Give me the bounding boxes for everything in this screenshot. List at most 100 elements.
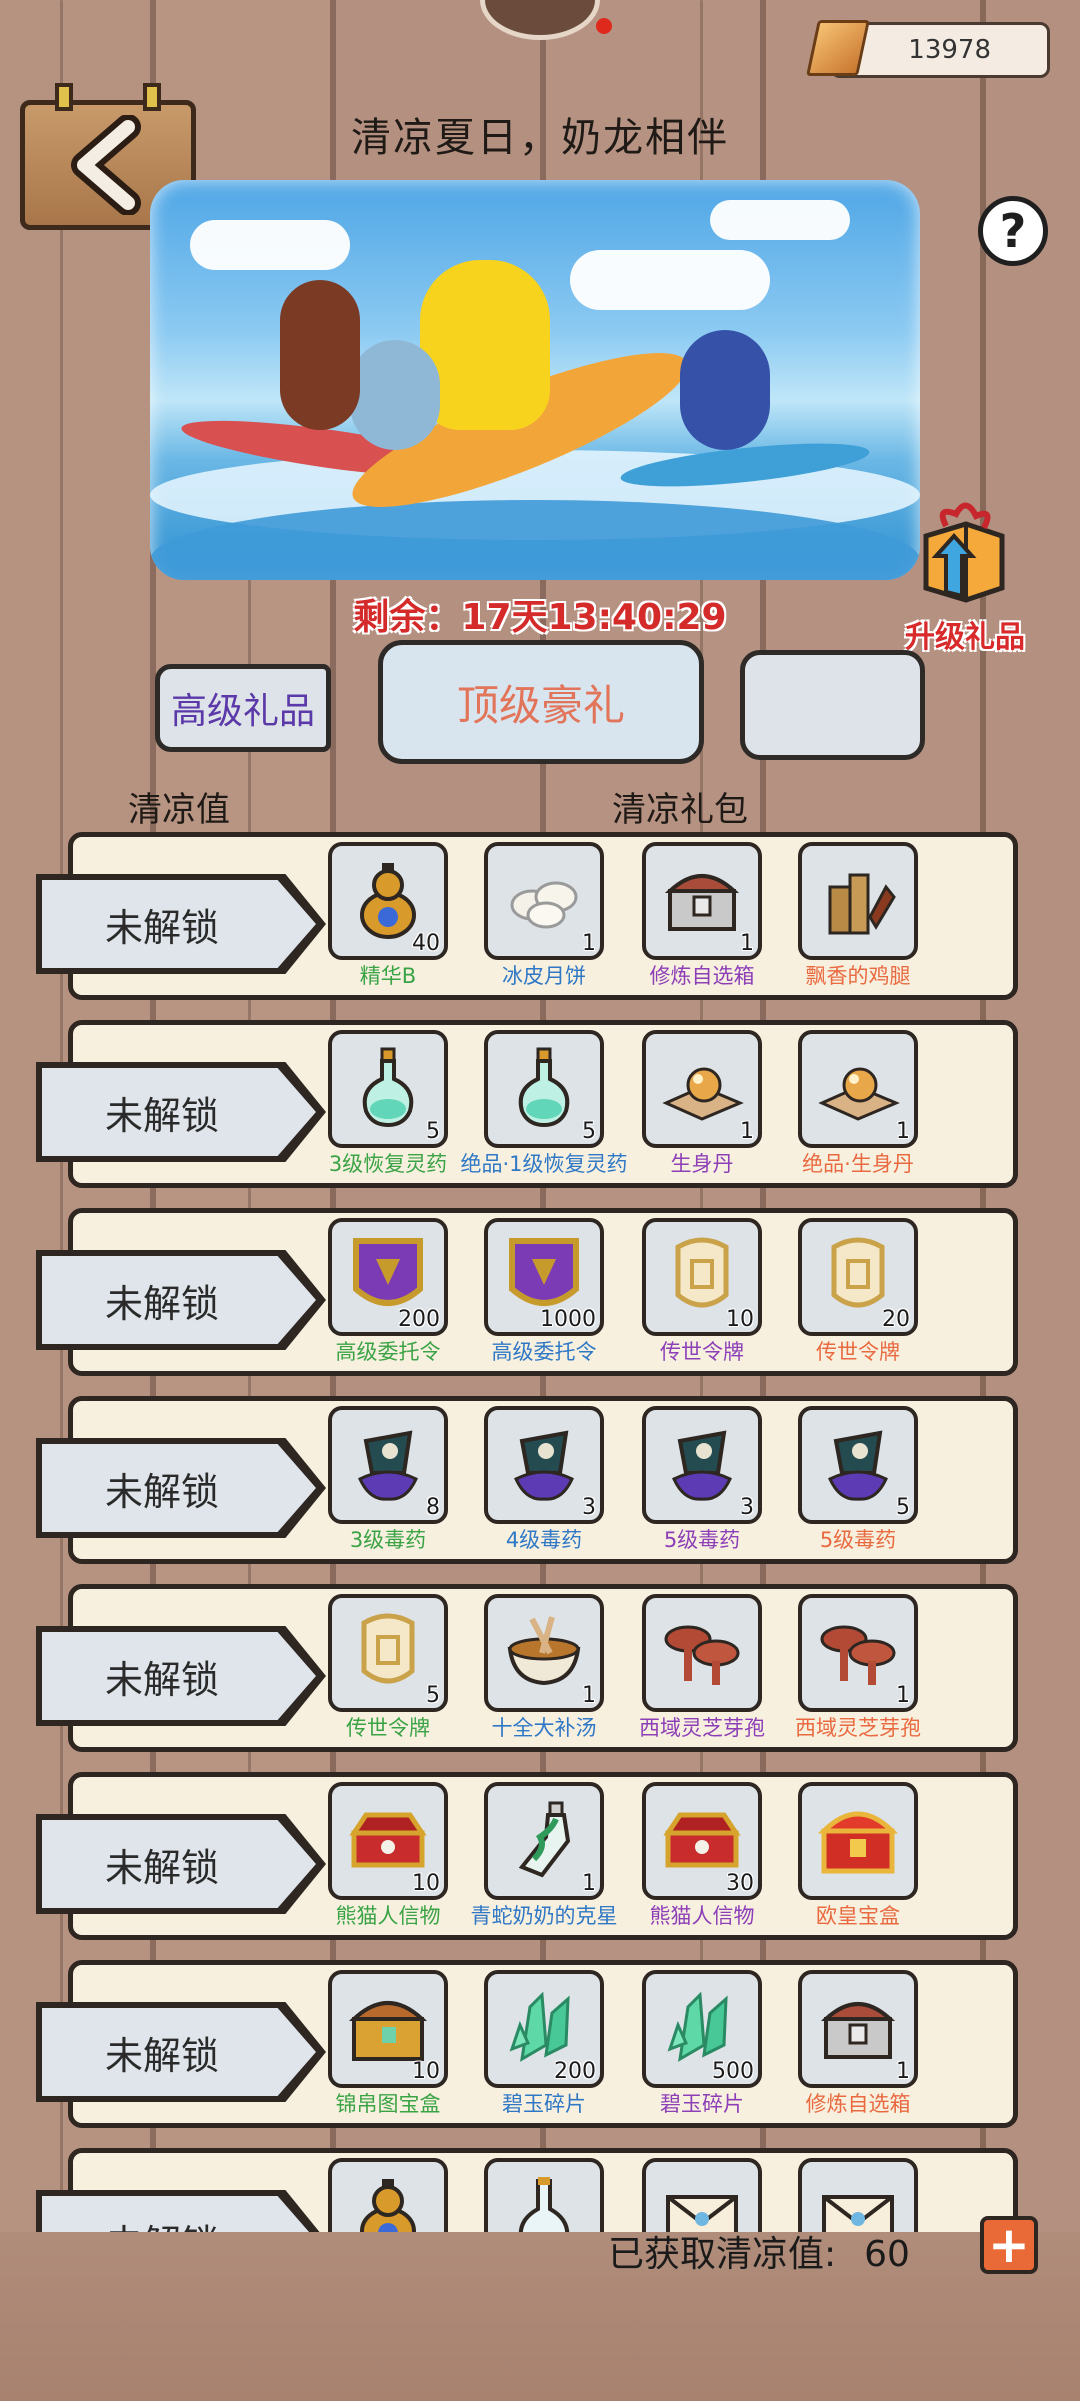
potion-icon xyxy=(346,1045,430,1133)
reward-item[interactable]: 30 熊猫人信物 xyxy=(622,1782,782,1932)
reward-item[interactable]: 3 5级毒药 xyxy=(622,1406,782,1556)
reward-item-count: 5 xyxy=(426,1119,440,1144)
reward-item[interactable]: 1 修炼自选箱 xyxy=(778,1970,938,2120)
reward-item[interactable]: 200 高级委托令 xyxy=(308,1218,468,1368)
reward-item-slot: 5 xyxy=(798,1406,918,1524)
reward-item[interactable]: 5 绝品·1级恢复灵药 xyxy=(460,1030,628,1180)
reward-item-slot: 40 xyxy=(328,842,448,960)
upgrade-gift-label[interactable]: 升级礼品 xyxy=(900,612,1030,656)
reward-item[interactable]: 1 冰皮月饼 xyxy=(464,842,624,992)
reward-item-name: 绝品·生身丹 xyxy=(802,1152,914,1176)
reward-item-slot: 1000 xyxy=(484,1218,604,1336)
locked-status-tag[interactable]: 未解锁 xyxy=(42,1820,316,1908)
reward-item[interactable]: 1 西域灵芝芽孢 xyxy=(778,1594,938,1744)
locked-status-label: 未解锁 xyxy=(104,905,219,950)
reward-item[interactable]: 10 锦帛图宝盒 xyxy=(308,1970,468,2120)
tab-advanced-gift[interactable]: 高级礼品 xyxy=(155,664,331,752)
reward-row: 未解锁 8 3级毒药 3 4级毒药 3 5级毒药 5 5级毒药 xyxy=(28,1396,1028,1564)
reward-item-name: 5级毒药 xyxy=(663,1528,741,1552)
reward-item-name: 绝品·1级恢复灵药 xyxy=(460,1152,628,1176)
help-button[interactable]: ? xyxy=(978,196,1048,266)
reward-item-name: 锦帛图宝盒 xyxy=(335,2092,441,2116)
tab-top-gift[interactable]: 顶级豪礼 xyxy=(378,640,704,764)
reward-item-slot: 30 xyxy=(642,1782,762,1900)
reward-item-name: 传世令牌 xyxy=(816,1340,900,1364)
boy-character xyxy=(680,330,770,450)
reward-item[interactable]: 1 绝品·生身丹 xyxy=(778,1030,938,1180)
reward-item-slot: 10 xyxy=(328,1782,448,1900)
reward-item-count: 40 xyxy=(412,931,440,956)
red-chest-icon xyxy=(816,1797,900,1885)
reward-item-slot: 1 xyxy=(642,1030,762,1148)
reward-item[interactable]: 1 青蛇奶奶的克星 xyxy=(464,1782,624,1932)
locked-status-label: 未解锁 xyxy=(104,1281,219,1326)
reward-item[interactable]: 1000 高级委托令 xyxy=(464,1218,624,1368)
reward-item[interactable]: 1 生身丹 xyxy=(622,1030,782,1180)
reward-item[interactable]: 10 熊猫人信物 xyxy=(308,1782,468,1932)
locked-status-tag[interactable]: 未解锁 xyxy=(42,1632,316,1720)
reward-item-count: 200 xyxy=(554,2059,596,2084)
reward-item-name: 西域灵芝芽孢 xyxy=(795,1716,921,1740)
reward-item[interactable]: 20 传世令牌 xyxy=(778,1218,938,1368)
reward-row: 未解锁 10 熊猫人信物 1 青蛇奶奶的克星 30 熊猫人信物 欧皇宝盒 xyxy=(28,1772,1028,1940)
chicken-leg-icon xyxy=(816,857,900,945)
add-button[interactable]: + xyxy=(980,2216,1038,2274)
locked-status-label: 未解锁 xyxy=(104,1093,219,1138)
reward-item[interactable]: 西域灵芝芽孢 xyxy=(622,1594,782,1744)
reward-item-name: 高级委托令 xyxy=(335,1340,441,1364)
column-label-cool-value: 清凉值 xyxy=(128,790,230,830)
reward-item-count: 1 xyxy=(582,1871,596,1896)
reward-item[interactable]: 1 修炼自选箱 xyxy=(622,842,782,992)
locked-status-tag[interactable]: 未解锁 xyxy=(42,880,316,968)
poison-bag-icon xyxy=(816,1421,900,1509)
reward-item[interactable]: 5 3级恢复灵药 xyxy=(308,1030,468,1180)
earned-label: 已获取清凉值: xyxy=(608,2234,837,2275)
reward-item[interactable]: 欧皇宝盒 xyxy=(778,1782,938,1932)
reward-item-slot xyxy=(642,1594,762,1712)
reward-item[interactable]: 200 碧玉碎片 xyxy=(464,1970,624,2120)
reward-item-count: 3 xyxy=(582,1495,596,1520)
reward-item-slot: 8 xyxy=(328,1406,448,1524)
reward-item[interactable]: 40 精华B xyxy=(308,842,468,992)
reward-item[interactable]: 8 3级毒药 xyxy=(308,1406,468,1556)
reward-item-name: 传世令牌 xyxy=(660,1340,744,1364)
soup-bowl-icon xyxy=(502,1609,586,1697)
notification-dot xyxy=(596,18,612,34)
reward-item-count: 1 xyxy=(740,1119,754,1144)
tab-next[interactable] xyxy=(740,650,925,760)
reward-item-slot: 1 xyxy=(642,842,762,960)
reward-item-count: 10 xyxy=(726,1307,754,1332)
reward-item[interactable]: 5 传世令牌 xyxy=(308,1594,468,1744)
earned-value: 60 xyxy=(864,2234,910,2275)
reward-item-slot: 5 xyxy=(484,1030,604,1148)
locked-status-tag[interactable]: 未解锁 xyxy=(42,2008,316,2096)
reward-item[interactable]: 飘香的鸡腿 xyxy=(778,842,938,992)
locked-status-tag[interactable]: 未解锁 xyxy=(42,1068,316,1156)
mushroom-icon xyxy=(816,1609,900,1697)
reward-item-slot xyxy=(798,1782,918,1900)
blue-creature-character xyxy=(350,340,440,450)
reward-row: 未解锁 5 传世令牌 1 十全大补汤 西域灵芝芽孢 1 西域灵芝芽孢 xyxy=(28,1584,1028,1752)
gift-box-icon[interactable] xyxy=(906,496,1016,606)
reward-item-count: 3 xyxy=(740,1495,754,1520)
reward-item[interactable]: 500 碧玉碎片 xyxy=(622,1970,782,2120)
reward-item-slot: 5 xyxy=(328,1594,448,1712)
locked-status-tag[interactable]: 未解锁 xyxy=(42,1444,316,1532)
mushroom-icon xyxy=(660,1609,744,1697)
reward-item-count: 5 xyxy=(582,1119,596,1144)
reward-item-count: 30 xyxy=(726,1871,754,1896)
reward-item-count: 5 xyxy=(896,1495,910,1520)
locked-status-tag[interactable]: 未解锁 xyxy=(42,1256,316,1344)
reward-item[interactable]: 3 4级毒药 xyxy=(464,1406,624,1556)
reward-item[interactable]: 5 5级毒药 xyxy=(778,1406,938,1556)
reward-item[interactable]: 1 十全大补汤 xyxy=(464,1594,624,1744)
reward-item-name: 碧玉碎片 xyxy=(502,2092,586,2116)
mooncake-icon xyxy=(502,857,586,945)
reward-item-slot: 3 xyxy=(642,1406,762,1524)
reward-item-name: 十全大补汤 xyxy=(491,1716,597,1740)
reward-item-name: 青蛇奶奶的克星 xyxy=(470,1904,618,1928)
reward-item-slot: 200 xyxy=(328,1218,448,1336)
locked-status-label: 未解锁 xyxy=(104,2033,219,2078)
reward-item-slot: 1 xyxy=(484,842,604,960)
reward-item[interactable]: 10 传世令牌 xyxy=(622,1218,782,1368)
